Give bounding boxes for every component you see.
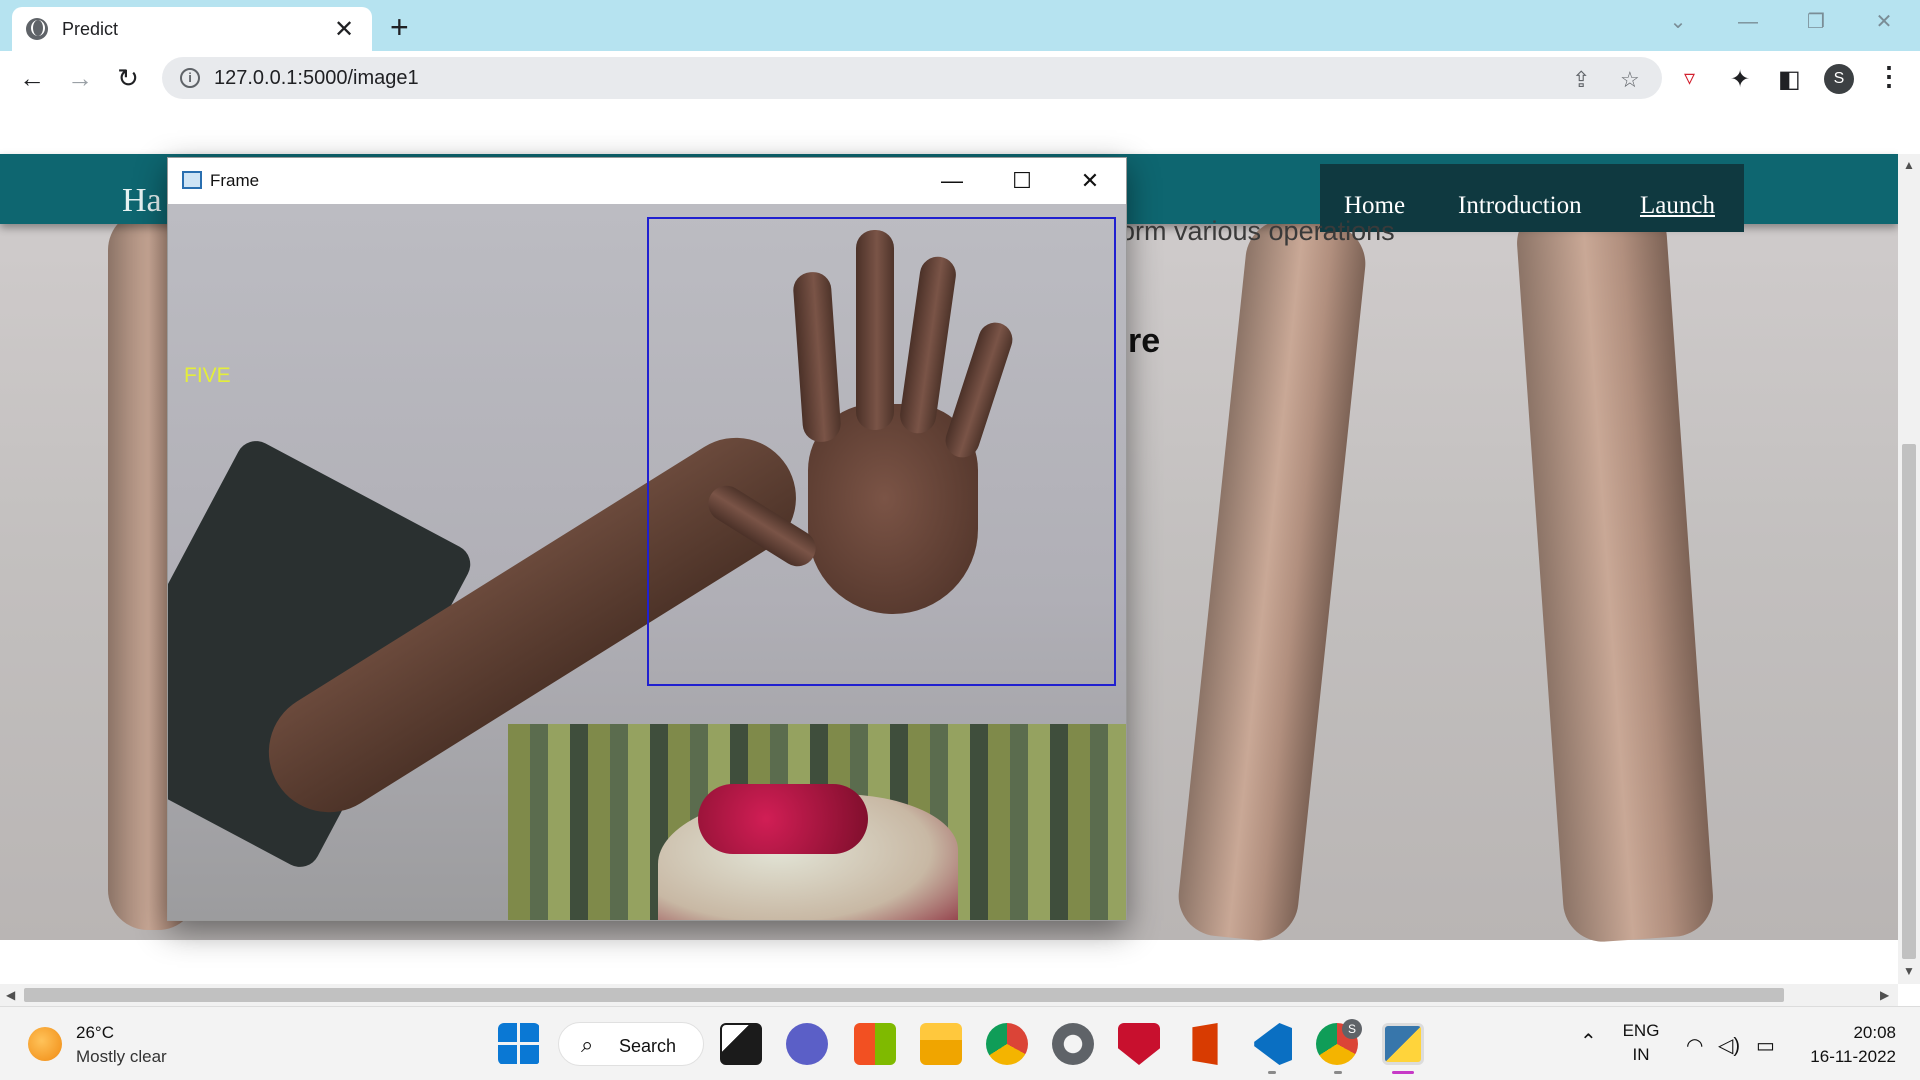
nav-launch-link[interactable]: Launch [1640,192,1715,220]
scroll-right-arrow-icon[interactable]: ▶ [1880,988,1889,1002]
clock-time: 20:08 [1853,1023,1896,1042]
tab-search-dropdown-icon[interactable]: ⌄ [1658,6,1698,38]
active-window-indicator [1392,1071,1414,1074]
page-heading: re [1128,322,1161,360]
office-icon[interactable] [1192,1023,1218,1065]
weather-temperature: 26°C [76,1023,114,1042]
reload-icon[interactable]: ↻ [112,62,144,94]
scroll-down-arrow-icon[interactable]: ▼ [1903,964,1915,978]
clock-date: 16-11-2022 [1810,1047,1896,1066]
window-restore-button[interactable]: ❐ [1796,6,1836,38]
profile-avatar[interactable]: S [1824,64,1854,94]
wifi-icon[interactable]: ◠ [1686,1033,1703,1058]
vertical-scroll-thumb[interactable] [1902,444,1916,959]
webcam-feed: FIVE [168,204,1126,920]
horizontal-scrollbar[interactable]: ◀ ▶ [0,984,1898,1006]
python-window-icon[interactable] [1382,1023,1424,1065]
tab-title: Predict [62,18,119,39]
tab-close-icon[interactable]: ✕ [330,15,358,44]
site-brand: Ha [122,182,162,219]
frame-window: Frame — ☐ ✕ FIVE [167,157,1127,921]
weather-moon-cloud-icon [28,1027,62,1061]
search-icon: ⌕ [581,1032,594,1057]
hero-arm-fist [1514,195,1716,945]
share-icon[interactable]: ⇪ [1572,67,1590,93]
frame-maximize-button[interactable]: ☐ [994,164,1050,198]
language-line1[interactable]: ENG [1620,1021,1662,1041]
chrome-icon[interactable] [986,1023,1028,1065]
side-panel-icon[interactable]: ◧ [1778,65,1801,94]
prediction-label: FIVE [184,364,231,387]
new-tab-button[interactable]: + [390,9,409,46]
site-info-icon[interactable]: i [180,68,200,88]
running-indicator [1268,1071,1276,1074]
file-explorer-icon[interactable] [920,1023,962,1065]
page-description-text: orm various operations [1120,216,1395,246]
mcafee-icon[interactable] [1118,1023,1160,1065]
bookmark-star-icon[interactable]: ☆ [1620,67,1640,93]
hero-arm-ok-sign [1174,215,1370,945]
forward-arrow-icon[interactable]: → [64,62,96,94]
microsoft-store-icon[interactable] [854,1023,896,1065]
chrome-profile-badge: S [1342,1019,1362,1039]
address-bar[interactable]: i ⇪ ☆ [162,57,1662,99]
teams-chat-icon[interactable] [786,1023,828,1065]
settings-gear-icon[interactable] [1052,1023,1094,1065]
window-minimize-button[interactable]: — [1728,6,1768,38]
battery-icon[interactable]: ▭ [1756,1033,1775,1058]
tab-strip: Predict ✕ + ⌄ — ❐ ✕ [0,0,1920,51]
scroll-left-arrow-icon[interactable]: ◀ [6,988,15,1002]
roi-bounding-box [647,217,1116,686]
globe-icon [26,18,48,40]
url-input[interactable] [214,67,1114,90]
running-indicator [1334,1071,1342,1074]
language-line2[interactable]: IN [1620,1045,1662,1065]
back-arrow-icon[interactable]: ← [16,62,48,94]
start-windows-icon[interactable] [498,1023,540,1065]
vscode-icon[interactable] [1254,1023,1292,1065]
nav-introduction-link[interactable]: Introduction [1458,192,1582,220]
menu-kebab-icon[interactable]: ⋮ [1876,61,1902,92]
horizontal-scroll-thumb[interactable] [24,988,1784,1002]
window-close-button[interactable]: ✕ [1864,6,1904,38]
browser-toolbar: ← → ↻ i ⇪ ☆ ▿ ✦ ◧ S ⋮ [0,51,1920,104]
browser-tab[interactable]: Predict ✕ [12,7,372,51]
frame-titlebar[interactable]: Frame — ☐ ✕ [168,158,1126,204]
frame-close-button[interactable]: ✕ [1062,164,1118,198]
taskbar-search-button[interactable]: ⌕ Search [558,1022,704,1066]
system-clock[interactable]: 20:08 16-11-2022 [1800,1021,1896,1069]
show-hidden-icons-chevron-icon[interactable]: ⌃ [1580,1029,1597,1054]
search-label: Search [619,1036,677,1056]
background-pillow [698,784,868,854]
scroll-up-arrow-icon[interactable]: ▲ [1903,158,1915,172]
frame-minimize-button[interactable]: — [924,164,980,198]
weather-description: Mostly clear [76,1047,167,1066]
frame-title: Frame [210,171,260,190]
app-window-icon [182,171,202,189]
extensions-puzzle-icon[interactable]: ✦ [1730,65,1750,94]
mcafee-extension-icon[interactable]: ▿ [1684,65,1695,91]
vertical-scrollbar[interactable]: ▲ ▼ [1898,154,1920,984]
volume-icon[interactable]: ◁) [1718,1033,1740,1058]
task-view-icon[interactable] [720,1023,762,1065]
taskbar: 26°C Mostly clear ⌕ Search S ⌃ ENG IN ◠ … [0,1006,1920,1080]
